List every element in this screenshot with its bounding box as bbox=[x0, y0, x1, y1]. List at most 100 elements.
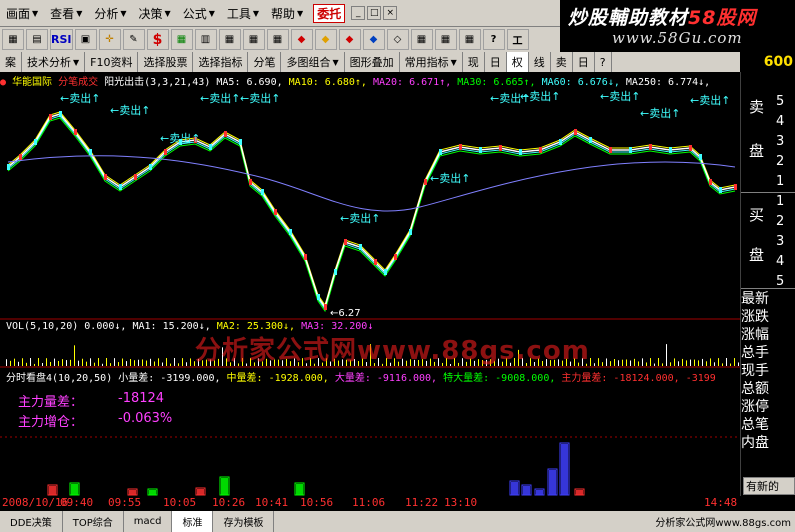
maximize-button[interactable]: □ bbox=[367, 6, 382, 20]
volume-bar bbox=[730, 363, 731, 366]
tab-top[interactable]: TOP综合 bbox=[63, 511, 124, 532]
sheet2-icon[interactable]: ▦ bbox=[434, 29, 457, 50]
price-candle bbox=[119, 184, 122, 190]
ball-blue-icon[interactable]: ◆ bbox=[362, 29, 385, 50]
nav-item-line[interactable]: 线 bbox=[529, 52, 551, 72]
low-price-label: ←6.27 bbox=[330, 308, 361, 319]
sheet3-icon[interactable]: ▦ bbox=[458, 29, 481, 50]
crosshair-icon[interactable]: ✛ bbox=[98, 29, 121, 50]
shape-icon[interactable]: ◇ bbox=[386, 29, 409, 50]
volume-bar bbox=[94, 362, 95, 366]
menu-item-screen[interactable]: 画面 ▼ bbox=[0, 0, 44, 26]
nav-item-tick[interactable]: 分笔 bbox=[248, 52, 282, 72]
grid-icon[interactable]: ▦ bbox=[2, 29, 24, 50]
ma-header: ● 华能国际 分笔成交 阳光出击(3,3,21,43) MA5: 6.690, … bbox=[0, 73, 710, 88]
time-tick: 10:56 bbox=[300, 496, 334, 509]
table-icon[interactable]: ▦ bbox=[242, 29, 265, 50]
nav-item-select-indicator[interactable]: 选择指标 bbox=[193, 52, 249, 72]
buy-level-2: 2 bbox=[776, 214, 785, 229]
nav-label: 选择指标 bbox=[198, 56, 243, 69]
force-bar-fill bbox=[536, 490, 543, 495]
volume-bar bbox=[66, 360, 67, 366]
brand-title: 炒股輔助教材58股网 bbox=[568, 3, 756, 30]
sell-marker: ←卖出↑ bbox=[160, 131, 200, 145]
fenshi-label: 分时看盘4(10,20,50) bbox=[6, 373, 113, 384]
nav-item-now[interactable]: 现 bbox=[463, 52, 485, 72]
ball-red-icon[interactable]: ◆ bbox=[338, 29, 361, 50]
grid2-icon[interactable]: ▦ bbox=[266, 29, 289, 50]
volume-bar bbox=[598, 358, 599, 366]
help-icon[interactable]: ? bbox=[482, 29, 505, 50]
nav-item-help[interactable]: ? bbox=[595, 52, 612, 72]
binoculars-icon[interactable]: ▦ bbox=[218, 29, 241, 50]
entrust-button[interactable]: 委托 bbox=[313, 3, 346, 23]
pin-icon[interactable]: ◆ bbox=[290, 29, 313, 50]
tab-macd[interactable]: macd bbox=[124, 511, 173, 532]
volume-bar bbox=[70, 359, 71, 366]
nav-item-day[interactable]: 日 bbox=[485, 52, 507, 72]
nav-item-tech-analysis[interactable]: 技术分析 ▼ bbox=[22, 52, 86, 72]
menu-item-tools[interactable]: 工具 ▼ bbox=[221, 0, 265, 26]
volume-bar bbox=[734, 358, 735, 366]
force-bar-fill bbox=[49, 486, 56, 495]
nav-item-sell[interactable]: 卖 bbox=[551, 52, 573, 72]
price-candle bbox=[609, 147, 612, 153]
buy-level-5: 5 bbox=[776, 274, 785, 289]
volume-bar bbox=[42, 362, 43, 366]
bottom-tabs: DDE决策 TOP综合 macd 标准 存为模板 分析家公式网www.88gs.… bbox=[0, 511, 795, 532]
diamond-icon[interactable]: ◆ bbox=[314, 29, 337, 50]
nav-item-overlay[interactable]: 图形叠加 bbox=[345, 52, 400, 72]
main-force-diff-label: 主力量差： bbox=[18, 395, 84, 410]
nav-item-day2[interactable]: 日 bbox=[573, 52, 595, 72]
price-candle bbox=[734, 184, 737, 190]
tab-dde[interactable]: DDE决策 bbox=[0, 511, 63, 532]
order-book-sidebar: 卖 盘 5 4 3 2 1 买 盘 1 2 3 4 5 最新 涨跌 涨幅 总手 … bbox=[740, 72, 795, 496]
newest-button[interactable]: 有新的 bbox=[743, 477, 795, 495]
menu-item-formula[interactable]: 公式 ▼ bbox=[177, 0, 221, 26]
tool-icon[interactable]: 工 bbox=[506, 29, 529, 50]
price-candle bbox=[7, 164, 10, 170]
sell-level-2: 2 bbox=[776, 154, 785, 169]
nav-item-f10[interactable]: F10资料 bbox=[85, 52, 139, 72]
sheet-icon[interactable]: ▦ bbox=[410, 29, 433, 50]
sell-marker: ←卖出↑ bbox=[110, 103, 150, 117]
window-icon[interactable]: ▣ bbox=[74, 29, 97, 50]
brand-url: www.58Gu.com bbox=[612, 29, 743, 47]
minimize-button[interactable]: _ bbox=[351, 6, 366, 20]
pencil-icon[interactable]: ✎ bbox=[122, 29, 145, 50]
nav-item-common-indicators[interactable]: 常用指标 ▼ bbox=[400, 52, 463, 72]
menu-label: 公式 bbox=[182, 6, 207, 21]
flag-icon[interactable]: ▦ bbox=[170, 29, 193, 50]
list-icon[interactable]: ▤ bbox=[26, 29, 48, 50]
ma20-value: MA20: 6.671↑, bbox=[372, 77, 452, 88]
menu-item-decision[interactable]: 决策 ▼ bbox=[133, 0, 177, 26]
tab-standard[interactable]: 标准 bbox=[172, 511, 214, 532]
nav-item-multi-chart[interactable]: 多图组合 ▼ bbox=[281, 52, 345, 72]
rsi-button[interactable]: RSI bbox=[50, 29, 73, 50]
close-button[interactable]: × bbox=[383, 6, 398, 20]
nav-item-rights[interactable]: 权 bbox=[506, 52, 529, 72]
menu-item-help[interactable]: 帮助 ▼ bbox=[265, 0, 309, 26]
volume-bar bbox=[146, 360, 147, 366]
volume-bar bbox=[154, 361, 155, 366]
nav-item-select-stock[interactable]: 选择股票 bbox=[138, 52, 194, 72]
dollar-icon[interactable]: $ bbox=[146, 29, 169, 50]
chart-canvas: ←卖出↑←卖出↑←卖出↑←卖出↑ ←卖出↑←卖出↑←卖出↑←卖出↑ ←卖出↑←卖出↑… bbox=[0, 89, 740, 496]
volume-bar bbox=[658, 358, 659, 366]
volume-bar bbox=[626, 359, 627, 366]
volume-bar bbox=[50, 361, 51, 366]
volume-bar bbox=[670, 362, 671, 366]
chart-area[interactable]: ←卖出↑ ←卖出↑ ←卖出↑ ←卖出↑ ←卖出↑ ←卖出↑ ←卖出↑ ←卖出↑ ←卖出↑ ←卖出↑… bbox=[0, 72, 740, 496]
chevron-down-icon: ▼ bbox=[297, 8, 304, 18]
chart-icon[interactable]: ▥ bbox=[194, 29, 217, 50]
field-total-trades: 总笔 bbox=[741, 417, 769, 433]
menu-item-analysis[interactable]: 分析 ▼ bbox=[88, 0, 132, 26]
app-window: 画面 ▼ 查看 ▼ 分析 ▼ 决策 ▼ 公式 ▼ 工具 ▼ 帮助 ▼ 委托 _ □ × 炒股輔… bbox=[0, 0, 795, 532]
book-divider bbox=[741, 192, 795, 193]
menu-item-view[interactable]: 查看 ▼ bbox=[44, 0, 88, 26]
tick-tab-label[interactable]: 分笔成交 bbox=[58, 77, 98, 88]
force-bar-fill bbox=[71, 484, 78, 495]
tab-save-template[interactable]: 存为模板 bbox=[213, 511, 275, 532]
field-current-volume: 现手 bbox=[741, 363, 769, 379]
nav-item-0[interactable]: 案 bbox=[0, 52, 22, 72]
